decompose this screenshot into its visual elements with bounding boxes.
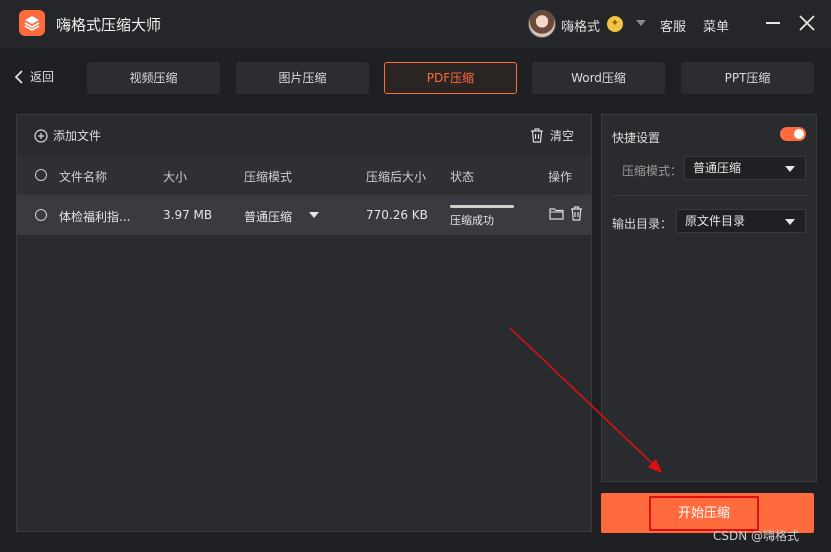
row-status: 压缩成功	[450, 214, 494, 227]
plus-circle-icon	[34, 128, 48, 143]
output-dir-label: 输出目录：	[612, 217, 673, 231]
chevron-down-icon	[785, 219, 795, 225]
row-progress-bar	[450, 205, 514, 208]
open-folder-icon[interactable]	[549, 207, 564, 220]
menu-link[interactable]: 菜单	[703, 16, 729, 35]
output-dir-select[interactable]: 原文件目录	[676, 209, 806, 233]
vip-badge-icon: ✦	[607, 16, 623, 32]
file-toolbar: 添加文件 清空	[17, 115, 591, 155]
clear-label: 清空	[549, 129, 574, 143]
back-label: 返回	[30, 70, 55, 84]
compress-mode-label: 压缩模式：	[622, 164, 683, 178]
chevron-down-icon	[785, 166, 795, 172]
app-title: 嗨格式压缩大师	[56, 16, 162, 34]
chevron-left-icon	[14, 69, 23, 84]
compress-mode-value: 普通压缩	[693, 161, 742, 175]
user-avatar[interactable]	[528, 10, 556, 38]
row-file-size: 3.97 MB	[163, 208, 213, 222]
tab-video[interactable]: 视频压缩	[87, 62, 220, 94]
header-compressed-size: 压缩后大小	[366, 170, 427, 184]
row-progress-fill	[450, 205, 514, 208]
select-all-radio[interactable]	[35, 169, 47, 181]
watermark: CSDN @嗨格式	[713, 529, 800, 543]
delete-row-icon[interactable]	[570, 206, 583, 221]
customer-service-link[interactable]: 客服	[660, 16, 686, 35]
close-icon[interactable]	[798, 14, 816, 32]
trash-icon	[530, 128, 543, 143]
username[interactable]: 嗨格式	[561, 16, 600, 35]
row-file-name: 体检福利指...	[59, 210, 131, 224]
app-logo-icon	[19, 10, 45, 36]
toggle-knob	[794, 129, 804, 139]
header-actions: 操作	[548, 170, 573, 184]
tab-pdf[interactable]: PDF压缩	[384, 62, 517, 94]
file-list-panel: 添加文件 清空 文件名称 大小 压缩模式 压缩后大小 状态 操作 体检福利指..…	[16, 114, 592, 532]
back-button[interactable]: 返回	[14, 68, 54, 85]
tab-ppt[interactable]: PPT压缩	[681, 62, 814, 94]
compress-mode-select[interactable]: 普通压缩	[684, 156, 806, 180]
header-mode: 压缩模式	[244, 170, 293, 184]
output-dir-value: 原文件目录	[685, 214, 746, 228]
add-file-button[interactable]: 添加文件	[34, 127, 101, 144]
minimize-icon[interactable]	[766, 22, 780, 24]
table-header: 文件名称 大小 压缩模式 压缩后大小 状态 操作	[17, 155, 591, 195]
add-file-label: 添加文件	[53, 129, 102, 143]
table-row[interactable]: 体检福利指... 3.97 MB 普通压缩 770.26 KB 压缩成功	[17, 195, 591, 235]
settings-panel: 快捷设置 压缩模式： 普通压缩 输出目录： 原文件目录	[601, 114, 817, 482]
account-dropdown-icon[interactable]	[636, 20, 646, 26]
row-compressed-size: 770.26 KB	[366, 208, 428, 222]
header-size: 大小	[163, 170, 188, 184]
tab-image[interactable]: 图片压缩	[236, 62, 369, 94]
clear-button[interactable]: 清空	[530, 127, 574, 144]
row-mode-select[interactable]: 普通压缩	[244, 208, 292, 225]
chevron-down-icon[interactable]	[309, 212, 319, 218]
quick-settings-toggle[interactable]	[780, 127, 806, 141]
tab-word[interactable]: Word压缩	[532, 62, 665, 94]
header-status: 状态	[450, 170, 475, 184]
header-name: 文件名称	[59, 170, 108, 184]
title-bar: 嗨格式压缩大师 嗨格式 ✦ 客服 菜单	[0, 0, 831, 48]
quick-settings-label: 快捷设置	[612, 131, 661, 145]
settings-divider	[612, 195, 808, 196]
start-compress-label: 开始压缩	[649, 496, 759, 531]
row-select-radio[interactable]	[35, 209, 47, 221]
